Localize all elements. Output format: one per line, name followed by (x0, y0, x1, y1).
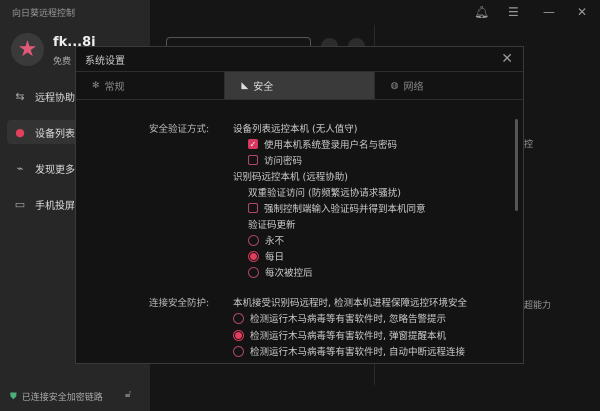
menu-icon[interactable]: ☰ (508, 5, 519, 19)
radio-icon (248, 234, 259, 246)
sidebar-item-label: 设备列表 (35, 128, 75, 140)
avatar[interactable]: ★ (11, 33, 44, 66)
remote-assist-icon: ⇆ (15, 89, 25, 103)
device-list-icon: ● (15, 125, 25, 139)
radio-label: 每次被控后 (265, 268, 313, 279)
satellite-icon: ⌁ (16, 161, 24, 175)
checkbox-icon (248, 155, 258, 165)
tab-network[interactable]: ◍ 网络 (375, 72, 523, 99)
gear-icon: ✻ (92, 80, 100, 91)
scrollbar[interactable] (515, 119, 518, 211)
code-update-label: 验证码更新 (248, 220, 296, 231)
settings-dialog: 系统设置 ✕ ✻ 常规 ◣ 安全 ◍ 网络 安全验证方式: 设备列表远控本机 (无人值… (75, 46, 524, 364)
radio-selected-icon (248, 250, 259, 262)
code-update-daily-radio[interactable]: 每日 (248, 249, 284, 263)
app-title: 向日葵远程控制 (12, 9, 76, 19)
tab-label: 网络 (403, 82, 424, 93)
code-update-never-radio[interactable]: 永不 (248, 233, 284, 247)
shield-check-icon: ⛊ (10, 391, 17, 402)
radio-label: 检测运行木马病毒等有害软件时, 自动中断远程连接 (250, 347, 466, 358)
sidebar-item-label: 发现更多 (35, 164, 75, 176)
tab-bar: ✻ 常规 ◣ 安全 ◍ 网络 (76, 72, 523, 100)
secure-status-text: 已连接安全加密链路 (21, 393, 103, 403)
checkbox-label: 访问密码 (264, 156, 303, 167)
checkbox-label: 使用本机系统登录用户名与密码 (264, 140, 398, 151)
code-heading: 识别码远控本机 (远程协助) (233, 172, 348, 183)
radio-icon (233, 312, 244, 324)
lock-icon[interactable]: 🔓︎ (125, 389, 131, 400)
shield-icon: ◣ (241, 80, 249, 91)
protection-popup-radio[interactable]: 检测运行木马病毒等有害软件时, 弹窗提醒本机 (233, 328, 446, 342)
background-text: 控 (524, 140, 534, 150)
double-verify-label: 双重验证访问 (防频繁远协请求骚扰) (248, 188, 401, 199)
close-icon[interactable]: ✕ (577, 5, 587, 19)
star-icon: ★ (17, 37, 38, 62)
globe-icon: ◍ (390, 80, 399, 91)
radio-label: 每日 (265, 252, 285, 263)
checkbox-checked-icon: ✓ (248, 139, 258, 149)
secure-status: ⛊ 已连接安全加密链路 (10, 390, 103, 404)
force-code-checkbox[interactable]: 强制控制端输入验证码并得到本机同意 (248, 201, 426, 215)
radio-icon (233, 345, 244, 357)
radio-label: 检测运行木马病毒等有害软件时, 忽略告警提示 (250, 314, 447, 325)
sidebar-item-label: 手机投屏 (35, 200, 75, 212)
plan-label[interactable]: 免费 (53, 54, 71, 67)
radio-icon (248, 266, 259, 278)
minimize-icon[interactable]: — (543, 5, 555, 19)
background-text: 超能力 (524, 301, 552, 311)
device-list-heading: 设备列表远控本机 (无人值守) (233, 124, 358, 135)
radio-selected-icon (233, 329, 244, 341)
system-login-checkbox[interactable]: ✓ 使用本机系统登录用户名与密码 (248, 137, 397, 151)
code-update-each-radio[interactable]: 每次被控后 (248, 265, 313, 279)
auth-label: 安全验证方式: (149, 124, 210, 135)
radio-label: 永不 (265, 236, 285, 247)
checkbox-label: 强制控制端输入验证码并得到本机同意 (264, 204, 426, 215)
protection-ignore-radio[interactable]: 检测运行木马病毒等有害软件时, 忽略告警提示 (233, 311, 446, 325)
dialog-titlebar: 系统设置 ✕ (76, 47, 523, 72)
screen-cast-icon: ▭ (14, 197, 26, 211)
sidebar-item-label: 远程协助 (35, 92, 75, 104)
protection-desc: 本机接受识别码远程时, 检测本机进程保障远控环境安全 (233, 298, 468, 309)
radio-label: 检测运行木马病毒等有害软件时, 弹窗提醒本机 (250, 331, 447, 342)
tab-label: 常规 (104, 82, 125, 93)
bell-icon[interactable]: 🔔︎ (474, 5, 489, 19)
protection-label: 连接安全防护: (149, 298, 210, 309)
checkbox-icon (248, 203, 258, 213)
dialog-title: 系统设置 (85, 55, 125, 67)
tab-security[interactable]: ◣ 安全 (225, 72, 375, 99)
access-password-checkbox[interactable]: 访问密码 (248, 153, 302, 167)
dialog-close-icon[interactable]: ✕ (501, 51, 513, 67)
tab-label: 安全 (253, 82, 274, 93)
protection-disconnect-radio[interactable]: 检测运行木马病毒等有害软件时, 自动中断远程连接 (233, 344, 465, 358)
tab-general[interactable]: ✻ 常规 (76, 72, 226, 99)
